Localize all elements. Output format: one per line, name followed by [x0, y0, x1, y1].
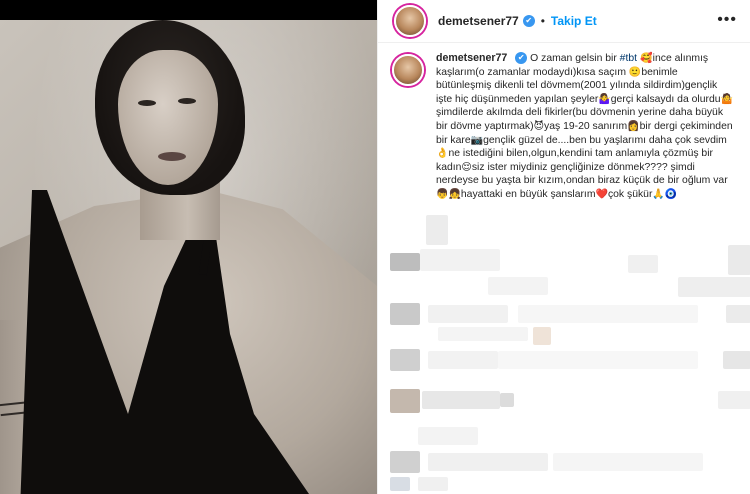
caption-text-segment: gençlik güzel de....ben bu yaşlarımı dah…	[483, 134, 727, 146]
caption-author-username[interactable]: demetsener77	[436, 52, 507, 64]
comment-text	[518, 305, 698, 323]
comment-avatar	[390, 303, 420, 325]
caption-text-segment: siz ister miydiniz gençliğinize dönmek??…	[471, 161, 668, 173]
caption-verified-badge-icon: ✔	[515, 52, 528, 65]
comment-text	[428, 453, 548, 471]
comment-row[interactable]	[378, 327, 750, 377]
caption-text-segment: yaş 19-20 sanırım	[544, 120, 628, 132]
comment-like-icon	[726, 305, 750, 323]
caption-text-segment: O zaman gelsin bir	[530, 53, 620, 64]
hashtag-link[interactable]: #tbt	[620, 53, 637, 64]
caption-text-segment: gerçi kalsaydı da olurdu	[610, 93, 721, 105]
caption-text-segment: çok şükür	[607, 188, 653, 200]
comment-avatar	[390, 349, 420, 371]
comment-text	[422, 391, 500, 409]
verified-badge-icon: ✔	[522, 15, 535, 27]
comment-row[interactable]	[378, 215, 750, 275]
comment-row[interactable]	[378, 277, 750, 327]
comment-row[interactable]	[378, 427, 750, 494]
comment-text	[418, 477, 448, 491]
woman-emoji-icon: 👩	[627, 120, 640, 132]
author-avatar[interactable]	[394, 5, 426, 37]
photo-subject-eye-right	[178, 98, 196, 104]
comment-text	[628, 255, 658, 273]
smiling-hearts-emoji-icon: 🥰	[637, 53, 653, 64]
devil-emoji-icon: 😈	[533, 120, 545, 132]
comment-text	[728, 245, 750, 275]
follow-button[interactable]: Takip Et	[551, 14, 597, 28]
comment-like-icon	[723, 351, 750, 369]
shrug-emoji-icon: 🤷	[720, 93, 733, 105]
comment-text	[420, 249, 500, 271]
comment-text	[498, 351, 698, 369]
pray-nazar-emoji-icon: 🙏🧿	[652, 188, 678, 200]
comment-text	[553, 453, 703, 471]
author-username[interactable]: demetsener77	[438, 14, 519, 28]
comment-text	[533, 327, 551, 345]
comment-text	[390, 253, 420, 271]
header-separator: •	[540, 14, 545, 28]
ok-hand-emoji-icon: 👌	[436, 148, 449, 160]
comment-avatar	[390, 451, 420, 473]
comment-text	[438, 327, 528, 341]
caption-text-segment: hayattaki en büyük şanslarım	[460, 188, 596, 200]
comment-text	[390, 477, 410, 491]
post-photo[interactable]	[0, 0, 377, 494]
comment-text	[500, 393, 514, 407]
post-caption: demetsener77 ✔ O zaman gelsin bir #tbt 🥰i…	[392, 52, 742, 202]
photo-subject-eye-left	[138, 100, 156, 106]
post-header: demetsener77 ✔ • Takip Et •••	[378, 0, 750, 43]
comment-text	[488, 277, 548, 295]
caption-author-avatar[interactable]	[392, 54, 424, 86]
comment-text	[418, 427, 478, 445]
comment-text	[718, 391, 750, 409]
comment-avatar	[390, 389, 420, 413]
shrug-woman-emoji-icon: 🤷‍♀️	[598, 93, 611, 105]
post-photo-frame	[0, 20, 377, 494]
smile-emoji-icon: 🙂	[628, 66, 642, 78]
more-options-icon[interactable]: •••	[717, 11, 737, 29]
comment-avatar	[426, 215, 448, 245]
comment-text	[678, 277, 750, 297]
comment-text	[428, 351, 498, 369]
post-sidebar: demetsener77 ✔ • Takip Et ••• demetsener…	[377, 0, 750, 494]
caption-text: demetsener77 ✔ O zaman gelsin bir #tbt 🥰i…	[436, 52, 736, 202]
camera-emoji-icon: 📷	[470, 134, 484, 146]
photo-subject-lips	[158, 152, 186, 161]
relieved-face-emoji-icon: 😌	[461, 161, 472, 173]
boy-girl-emoji-icon: 👦👧	[436, 188, 461, 200]
comments-list	[378, 215, 750, 494]
red-heart-emoji-icon: ❤️	[595, 188, 608, 200]
comment-row[interactable]	[378, 385, 750, 425]
comment-text	[428, 305, 508, 323]
